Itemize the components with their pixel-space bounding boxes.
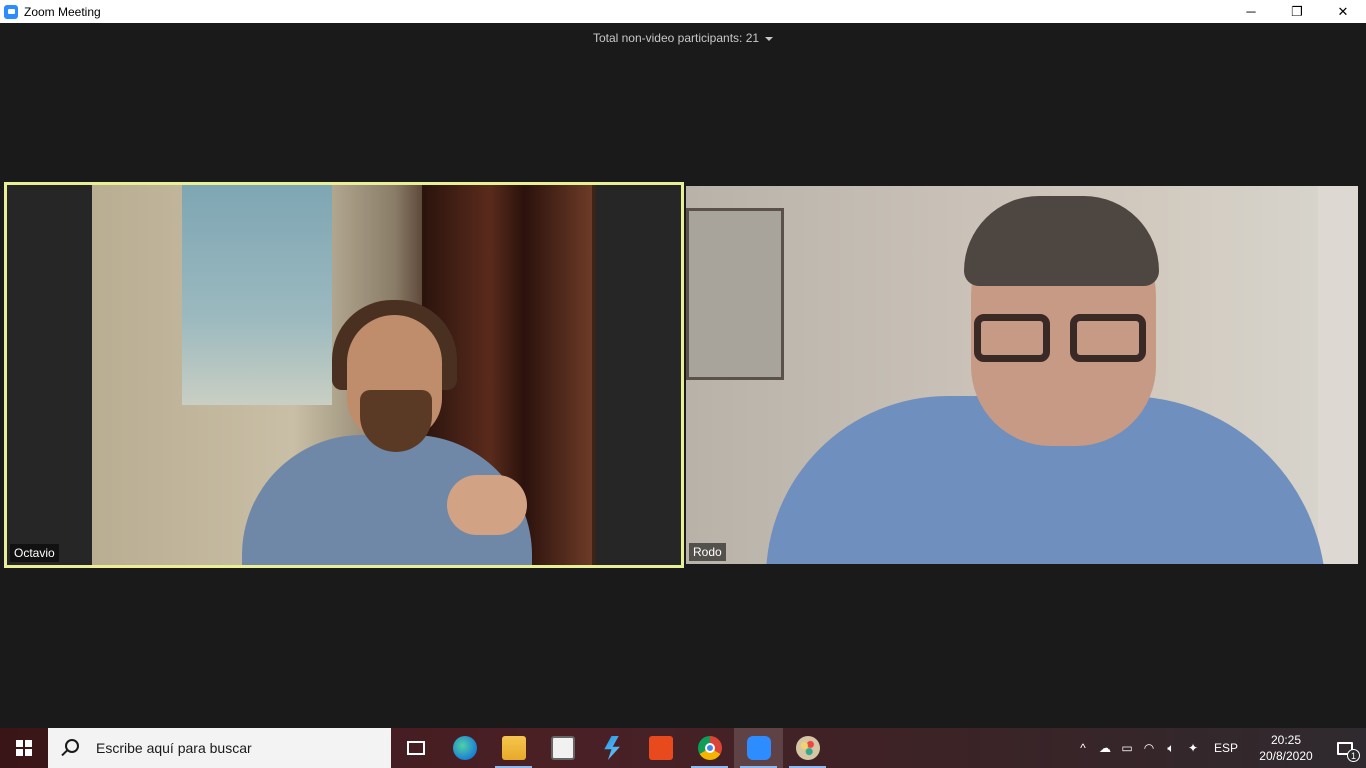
participant-hand [447, 475, 527, 535]
show-hidden-icons-button[interactable]: ^ [1072, 728, 1094, 768]
chevron-up-icon: ^ [1080, 741, 1086, 755]
participant-hair [964, 196, 1159, 286]
taskbar-app-power-automate[interactable] [587, 728, 636, 768]
video-wall-picture [686, 208, 784, 380]
restore-button[interactable]: ❐ [1274, 0, 1320, 23]
video-feed [92, 185, 596, 565]
glasses-lens-right [1070, 314, 1146, 362]
video-tile-octavio[interactable]: Octavio [4, 182, 684, 568]
taskbar-app-paint[interactable] [783, 728, 832, 768]
close-button[interactable]: ✕ [1320, 0, 1366, 23]
wifi-icon[interactable]: ◠ [1138, 728, 1160, 768]
task-view-button[interactable] [391, 728, 440, 768]
edge-icon [452, 736, 477, 760]
start-button[interactable] [0, 728, 48, 768]
taskbar: Escribe aquí para buscar ^ ☁ ▭ ◠ 🔈︎ ✦ ES… [0, 728, 1366, 768]
participant-name-tag: Octavio [10, 544, 59, 562]
video-window-bg [182, 185, 332, 405]
power-automate-icon [604, 736, 620, 760]
search-placeholder: Escribe aquí para buscar [96, 740, 252, 756]
volume-icon[interactable]: 🔈︎ [1160, 728, 1182, 768]
battery-icon[interactable]: ▭ [1116, 728, 1138, 768]
non-video-participants-label: Total non-video participants: 21 [592, 31, 760, 45]
onedrive-icon[interactable]: ☁ [1094, 728, 1116, 768]
taskbar-app-office[interactable] [636, 728, 685, 768]
taskbar-app-chrome[interactable] [685, 728, 734, 768]
taskbar-app-store[interactable] [538, 728, 587, 768]
clock-date: 20/8/2020 [1259, 749, 1313, 763]
non-video-participants-dropdown[interactable]: Total non-video participants: 21 [0, 31, 1366, 45]
search-icon [60, 738, 80, 758]
meeting-area: Total non-video participants: 21 Octavio… [0, 23, 1366, 728]
clock-time: 20:25 [1270, 733, 1302, 747]
notification-count-badge: 1 [1347, 749, 1360, 762]
task-view-icon [406, 741, 425, 755]
microsoft-store-icon [550, 736, 575, 760]
video-tile-rodo[interactable]: Rodo [686, 186, 1358, 564]
dropbox-icon[interactable]: ✦ [1182, 728, 1204, 768]
system-tray: ^ ☁ ▭ ◠ 🔈︎ ✦ ESP 20:25 20/8/2020 1 [1072, 728, 1366, 768]
video-doorframe [1318, 186, 1358, 564]
minimize-button[interactable]: ─ [1228, 0, 1274, 23]
file-explorer-icon [501, 736, 526, 760]
video-feed [686, 186, 1358, 564]
glasses-lens-left [974, 314, 1050, 362]
caret-down-icon [765, 36, 774, 41]
chrome-icon [697, 736, 722, 760]
title-bar: Zoom Meeting ─ ❐ ✕ [0, 0, 1366, 23]
action-center-button[interactable]: 1 [1324, 728, 1366, 768]
taskbar-app-edge[interactable] [440, 728, 489, 768]
taskbar-app-zoom[interactable] [734, 728, 783, 768]
window-title: Zoom Meeting [24, 4, 101, 19]
clock[interactable]: 20:25 20/8/2020 [1248, 732, 1324, 764]
zoom-app-icon [4, 4, 18, 19]
paint-icon [795, 736, 820, 760]
windows-logo-icon [16, 740, 32, 756]
input-language-indicator[interactable]: ESP [1204, 741, 1248, 755]
participant-glasses [974, 314, 1154, 364]
taskbar-search-box[interactable]: Escribe aquí para buscar [48, 728, 391, 768]
zoom-icon [746, 736, 771, 760]
taskbar-app-file-explorer[interactable] [489, 728, 538, 768]
participant-name-tag: Rodo [689, 543, 726, 561]
window-controls: ─ ❐ ✕ [1228, 0, 1366, 23]
office-icon [648, 736, 673, 760]
